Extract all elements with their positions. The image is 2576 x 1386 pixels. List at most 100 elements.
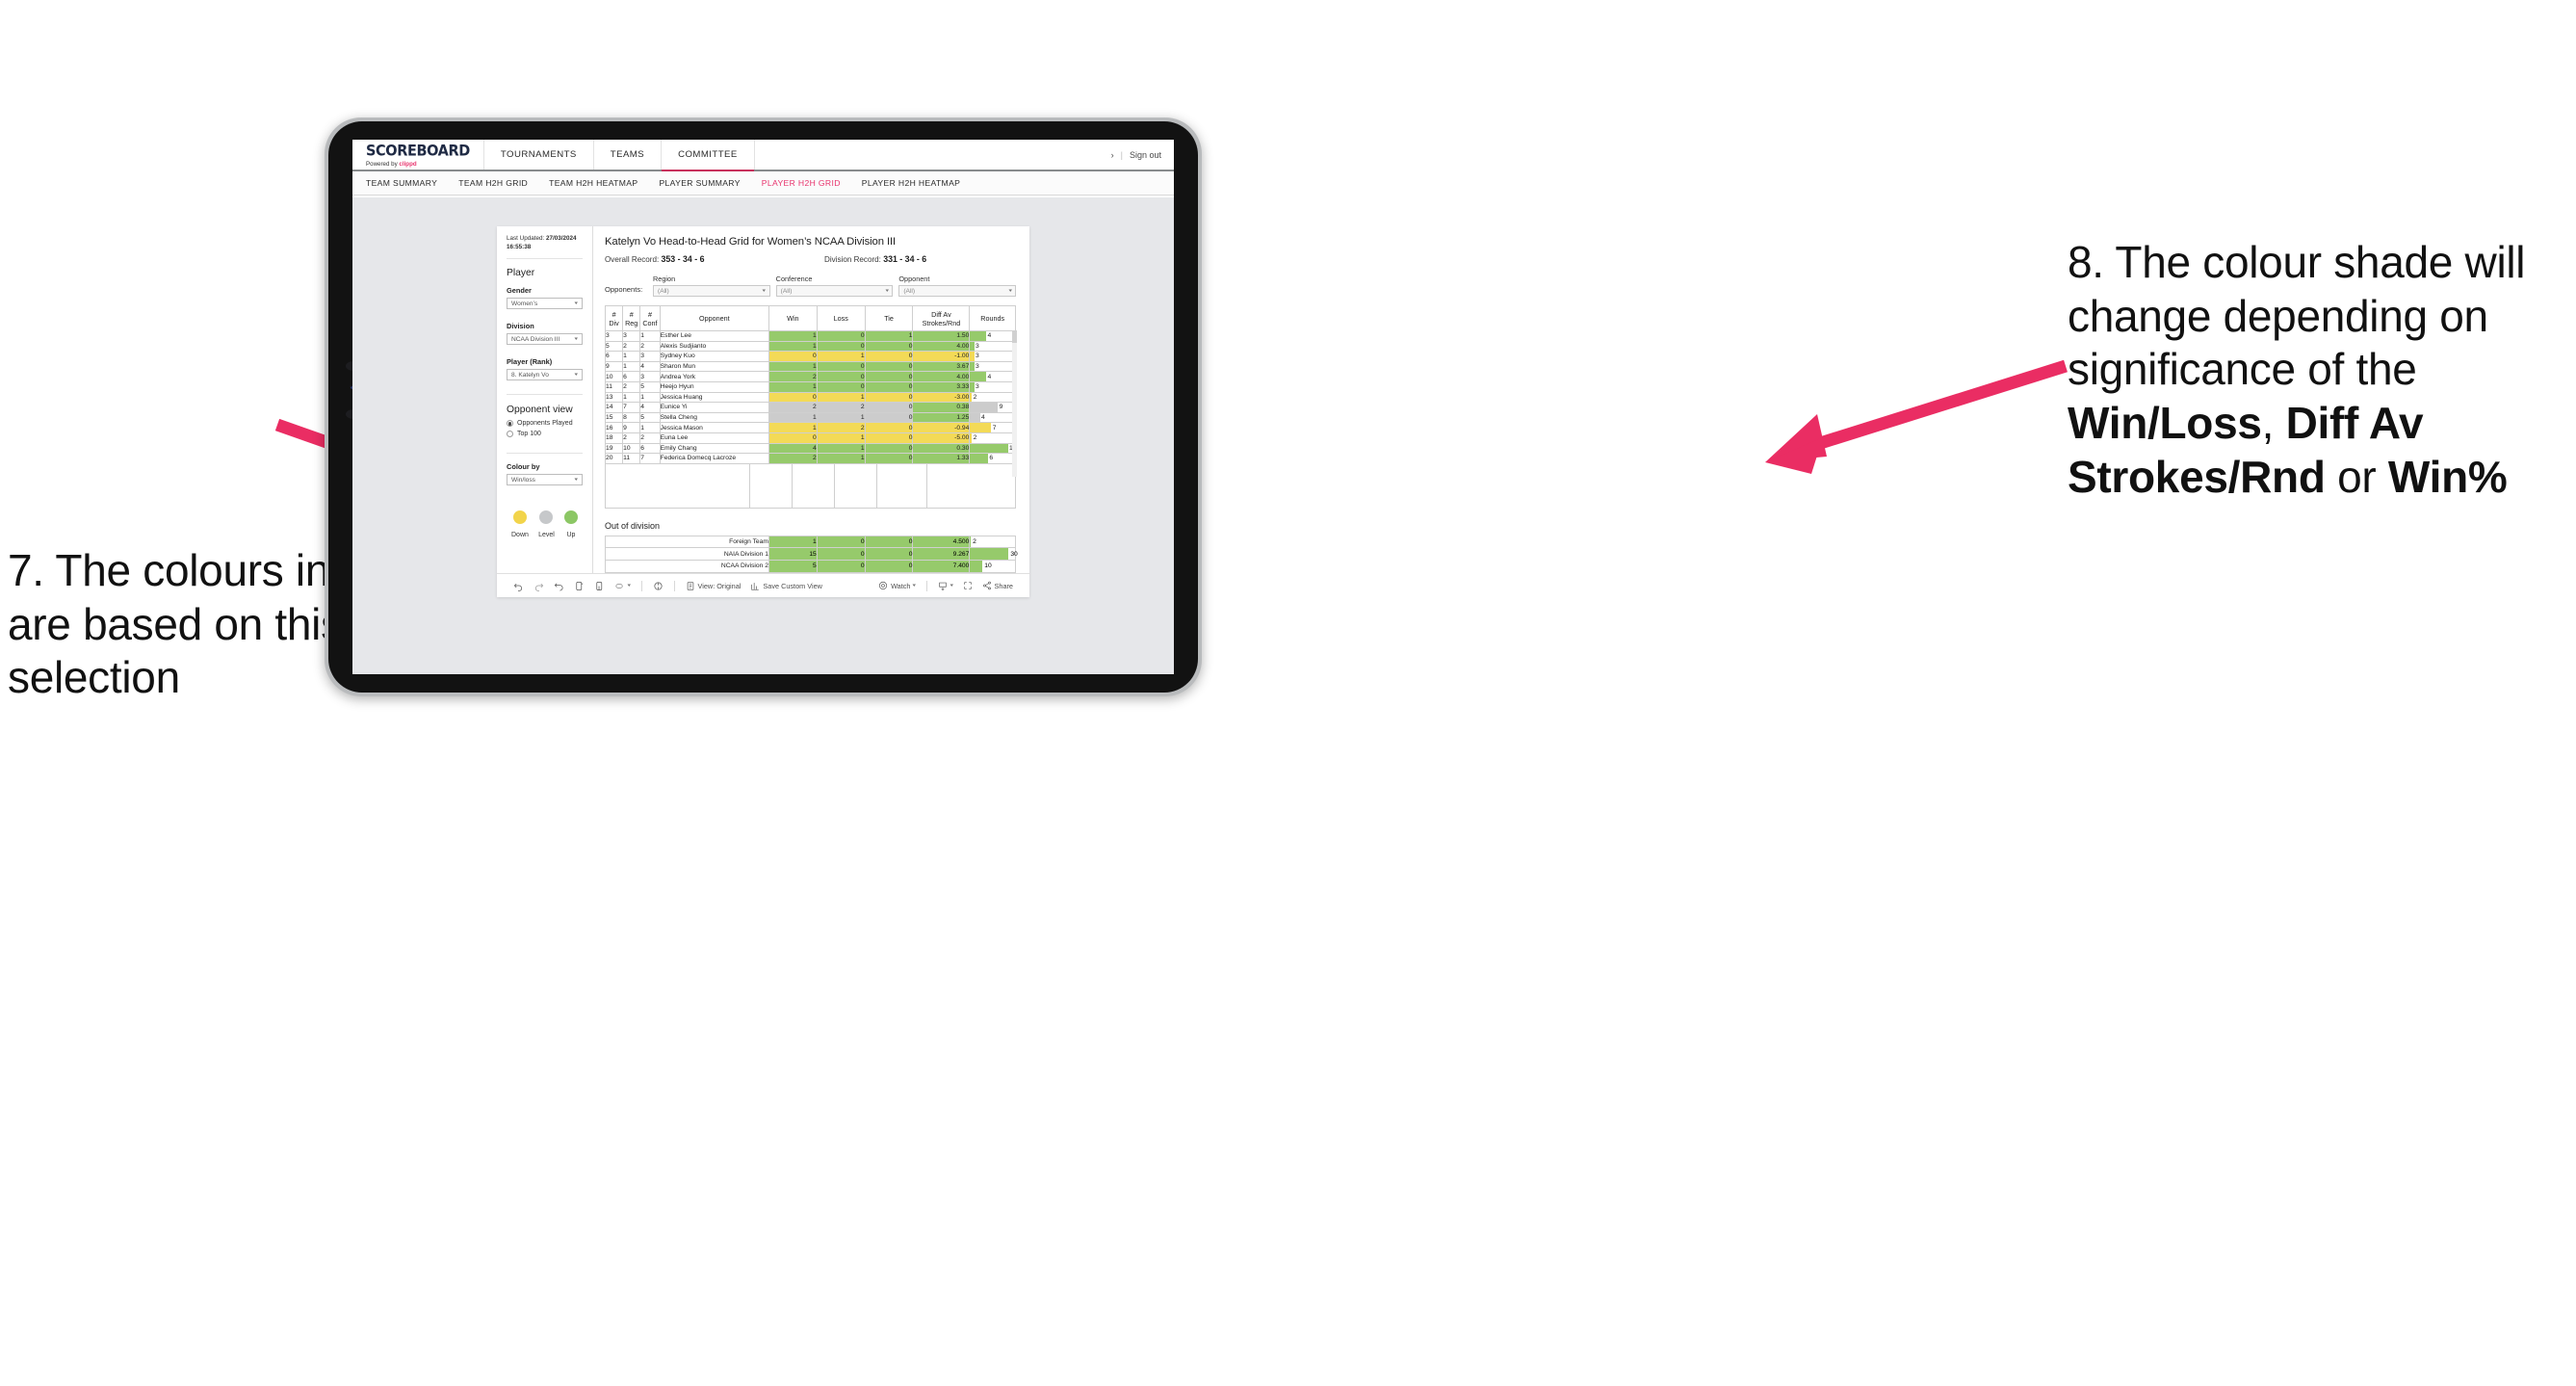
cell-opponent: Stella Cheng (659, 411, 769, 424)
h2h-grid-body: 3 3 1 Esther Lee 1 0 1 1.50 4 5 2 2 Alexis Sudjianto… (604, 330, 1016, 464)
grid-scrollbar-thumb[interactable] (1012, 330, 1017, 343)
undo-button[interactable] (508, 581, 529, 591)
cell-reg: 10 (622, 442, 641, 455)
topnav-item-tournaments[interactable]: TOURNAMENTS (484, 140, 594, 170)
table-row[interactable]: 18 2 2 Euna Lee 0 1 0 -5.00 2 (604, 431, 1016, 444)
panel-heading-player: Player (507, 268, 535, 279)
chevron-down-icon: ▾ (574, 372, 579, 379)
table-row[interactable]: 16 9 1 Jessica Mason 1 2 0 -0.94 7 (604, 422, 1016, 433)
subnav-item-player-summary[interactable]: PLAYER SUMMARY (659, 178, 740, 188)
field-label-gender: Gender (507, 286, 532, 296)
gender-select[interactable]: Women’s ▾ (507, 298, 583, 310)
cell-loss: 2 (816, 402, 866, 413)
colour-by-select-value: Win/loss (511, 476, 535, 484)
table-row[interactable]: 13 1 1 Jessica Huang 0 1 0 -3.00 2 (604, 391, 1016, 404)
table-row[interactable]: 5 2 2 Alexis Sudjianto 1 0 0 4.00 3 (604, 340, 1016, 353)
save-custom-view-button[interactable]: Save Custom View (745, 581, 827, 591)
col-opponent[interactable]: Opponent (659, 305, 769, 331)
player-rank-select[interactable]: 8. Katelyn Vo ▾ (507, 369, 583, 381)
subnav-item-team-h2h-heatmap[interactable]: TEAM H2H HEATMAP (549, 178, 637, 188)
h2h-grid-header-row: # Div # Reg # Conf Opponent Win Loss Tie Di… (604, 305, 1016, 331)
topnav-item-teams[interactable]: TEAMS (594, 140, 663, 170)
col-win[interactable]: Win (768, 305, 818, 331)
topnav-item-committee[interactable]: COMMITTEE (662, 140, 755, 171)
col-conf[interactable]: # Conf (639, 305, 661, 331)
conference-select[interactable]: (All) ▾ (775, 285, 894, 297)
division-select[interactable]: NCAA Division III ▾ (507, 333, 583, 346)
app-subnav: TEAM SUMMARY TEAM H2H GRID TEAM H2H HEAT… (352, 171, 1174, 196)
revert-button[interactable] (549, 581, 569, 591)
cell-rounds: 3 (969, 360, 1016, 373)
subnav-item-player-h2h-grid[interactable]: PLAYER H2H GRID (762, 178, 841, 188)
table-row[interactable]: NCAA Division 2 5 0 0 7.400 10 (605, 559, 1016, 573)
chevron-right-icon[interactable]: › (1111, 150, 1114, 160)
col-reg[interactable]: # Reg (622, 305, 641, 331)
filter-group-conference: Conference (All) ▾ (775, 275, 894, 297)
cell-tie: 0 (864, 380, 914, 393)
brand-subtitle: Powered by clippd (366, 162, 470, 168)
opponent-select-value: (All) (903, 287, 916, 295)
cell-loss: 0 (816, 340, 866, 353)
player-rank-select-value: 8. Katelyn Vo (511, 371, 549, 379)
col-tie[interactable]: Tie (864, 305, 914, 331)
cell-opponent: Alexis Sudjianto (659, 340, 769, 353)
refresh-button[interactable] (569, 581, 589, 591)
cell-rounds-value: 11 (970, 445, 1016, 452)
table-row[interactable]: 20 11 7 Federica Domecq Lacroze 2 1 0 1.33 6 (604, 453, 1016, 464)
subnav-item-team-summary[interactable]: TEAM SUMMARY (366, 178, 437, 188)
table-row[interactable]: 19106Emily Chang4100.3011 (604, 442, 1016, 455)
cell-reg: 1 (622, 391, 641, 404)
table-row[interactable]: 10 6 3 Andrea York 2 0 0 4.00 4 (604, 371, 1016, 382)
cell-win: 1 (768, 535, 818, 549)
redo-button[interactable] (529, 581, 549, 591)
shape-dropdown-button[interactable]: ▾ (610, 581, 636, 591)
radio-opponents-played[interactable]: Opponents Played (507, 420, 583, 428)
cell-group-name: Foreign Team (605, 535, 769, 549)
share-button[interactable]: Share (977, 581, 1018, 590)
col-diff-av-strokes[interactable]: Diff Av Strokes/Rnd (912, 305, 971, 331)
fullscreen-button[interactable] (958, 581, 977, 590)
pause-button[interactable] (589, 581, 610, 591)
cell-tie: 0 (864, 442, 914, 455)
view-original-button[interactable]: View: Original (681, 581, 746, 591)
field-label-colour-by: Colour by (507, 462, 540, 472)
last-updated: Last Updated: 27/03/2024 16:55:38 (507, 235, 583, 260)
subnav-item-player-h2h-heatmap[interactable]: PLAYER H2H HEATMAP (862, 178, 960, 188)
cell-rounds-value: 4 (981, 414, 985, 422)
table-row[interactable]: 14 7 4 Eunice Yi 2 2 0 0.38 9 (604, 402, 1016, 413)
topbar-divider: | (1120, 149, 1123, 160)
table-row[interactable]: 15 8 5 Stella Cheng 1 1 0 1.25 4 (604, 411, 1016, 424)
cell-opponent: Emily Chang (659, 442, 769, 455)
table-row[interactable]: 6 1 3 Sydney Kuo 0 1 0 -1.00 3 (604, 351, 1016, 362)
brand-logo[interactable]: SCOREBOARD Powered by clippd (352, 140, 484, 170)
watch-button[interactable]: Watch ▾ (873, 581, 921, 590)
sign-out-link[interactable]: Sign out (1130, 150, 1161, 160)
legend-label-down: Down (511, 532, 529, 539)
table-row[interactable]: 11 2 5 Heejo Hyun 1 0 0 3.33 3 (604, 380, 1016, 393)
subnav-item-team-h2h-grid[interactable]: TEAM H2H GRID (458, 178, 528, 188)
table-row[interactable]: 3 3 1 Esther Lee 1 0 1 1.50 4 (604, 330, 1016, 342)
col-loss[interactable]: Loss (816, 305, 866, 331)
table-row[interactable]: NAIA Division 1 15 0 0 9.267 30 (605, 547, 1018, 561)
table-row[interactable]: 9 1 4 Sharon Mun 1 0 0 3.67 3 (604, 360, 1016, 373)
colour-legend: Down Level Up (507, 510, 583, 538)
region-select[interactable]: (All) ▾ (653, 285, 770, 297)
table-row[interactable]: Foreign Team 1 0 0 4.500 2 (605, 535, 1016, 549)
cell-tie: 0 (864, 340, 914, 353)
opponent-filters: Opponents: Region (All) ▾ Conference (Al… (605, 275, 1017, 297)
radio-top-100[interactable]: Top 100 (507, 431, 583, 438)
colour-by-select[interactable]: Win/loss ▾ (507, 474, 583, 486)
cell-div: 15 (604, 411, 624, 424)
save-custom-view-label: Save Custom View (763, 581, 822, 590)
col-div[interactable]: # Div (604, 305, 624, 331)
grid-scrollbar-track[interactable] (1012, 330, 1017, 477)
toolbar-divider-3 (926, 580, 927, 591)
download-button[interactable]: ▾ (933, 581, 958, 590)
share-label: Share (994, 581, 1013, 590)
highlight-button[interactable] (648, 581, 668, 591)
field-label-division: Division (507, 322, 534, 331)
opponent-select[interactable]: (All) ▾ (898, 285, 1017, 297)
col-rounds[interactable]: Rounds (969, 305, 1016, 331)
legend-item-level: Level (538, 510, 555, 538)
cell-group-name: NAIA Division 1 (605, 547, 769, 561)
